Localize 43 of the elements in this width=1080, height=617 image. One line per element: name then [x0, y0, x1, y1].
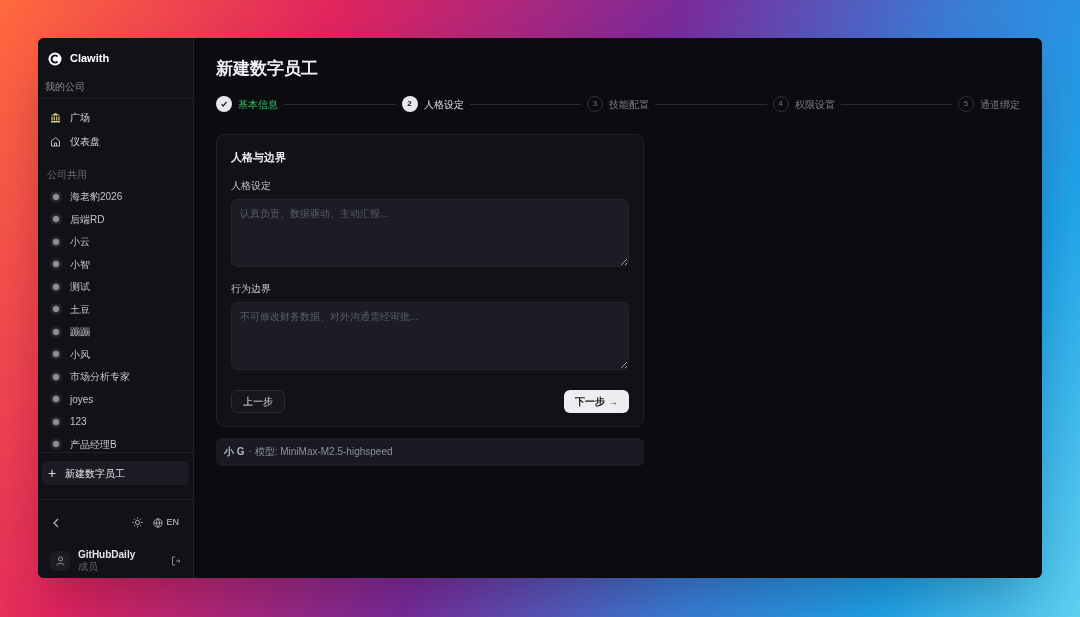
agent-item[interactable]: 蹦蹦 — [38, 320, 193, 343]
user-name: GitHubDaily — [78, 548, 137, 562]
back-button[interactable]: 上一步 — [231, 389, 285, 413]
company-label: 我的公司 — [38, 79, 193, 100]
model-info: · 模型: MiniMax-M2.5-highspeed — [248, 445, 393, 459]
logout-icon[interactable] — [171, 556, 181, 567]
agent-item[interactable]: 123 — [38, 410, 193, 433]
agent-item[interactable]: 海老豹2026 — [38, 185, 193, 208]
agent-item[interactable]: 小风 — [38, 342, 193, 366]
new-agent-button[interactable]: + 新建数字员工 — [42, 461, 189, 486]
agent-item[interactable]: 后端RD — [38, 207, 193, 231]
step-label: 人格设定 — [423, 97, 464, 112]
next-button[interactable]: 下一步 → — [564, 389, 629, 413]
page-title: 新建数字员工 — [216, 58, 319, 80]
language-button[interactable]: EN — [153, 515, 179, 530]
agent-item[interactable]: joyes — [38, 387, 193, 411]
field-label: 行为边界 — [231, 281, 272, 296]
step-label: 基本信息 — [238, 97, 278, 112]
nav-item[interactable]: 广场 — [38, 105, 193, 130]
agent-item[interactable]: 小智 — [38, 252, 193, 276]
logo-icon — [48, 51, 62, 66]
building-icon — [50, 111, 61, 123]
agent-item[interactable]: 市场分析专家 — [38, 365, 193, 388]
agent-name: 小 G — [224, 445, 245, 459]
agent-item[interactable]: 产品经理B — [38, 432, 193, 453]
theme-sun-icon[interactable] — [132, 517, 144, 528]
section-label: 公司共用 — [46, 168, 88, 183]
agent-item[interactable]: 测试 — [38, 275, 193, 298]
card-title: 人格与边界 — [231, 150, 287, 165]
step-number: 2 — [401, 96, 418, 112]
collapse-chevron-icon[interactable] — [52, 517, 60, 528]
step-label: 通道绑定 — [980, 97, 1020, 112]
step-label: 权限设置 — [794, 97, 835, 112]
app-name: Clawith — [70, 51, 110, 67]
agent-item[interactable]: 小云 — [38, 230, 193, 253]
nav-item[interactable]: 仪表盘 — [38, 129, 193, 154]
step-label: 技能配置 — [609, 97, 649, 112]
user-role: 成员 — [78, 561, 99, 574]
agent-item[interactable]: 土豆 — [38, 297, 193, 321]
home-icon — [50, 135, 61, 147]
globe-icon — [153, 517, 164, 528]
field-label: 人格设定 — [231, 178, 272, 193]
person-icon — [55, 556, 65, 567]
